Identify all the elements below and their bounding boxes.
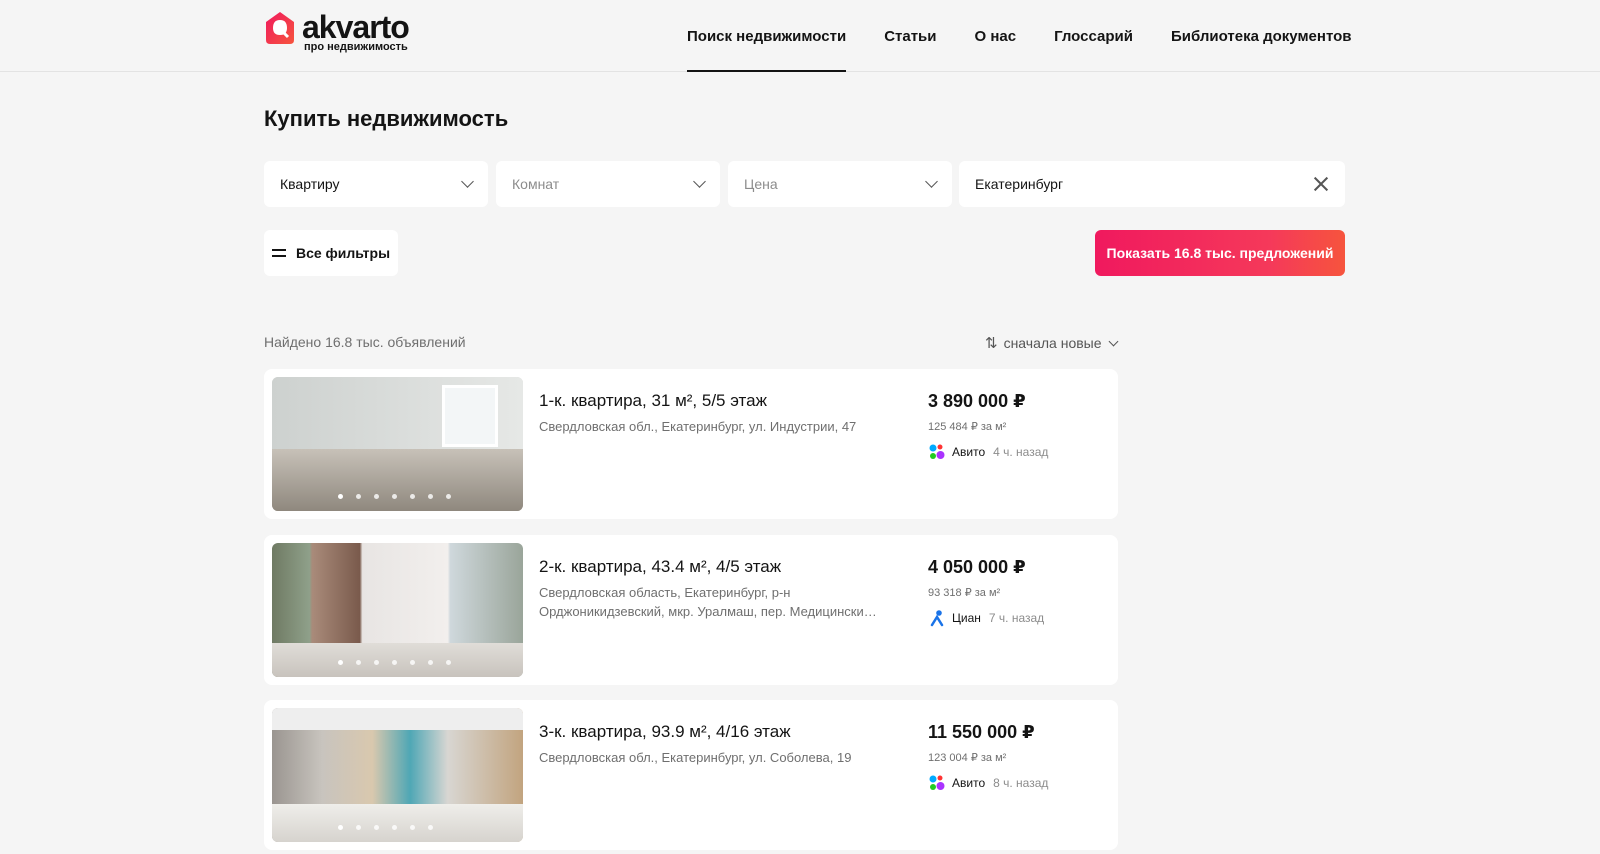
listing-card[interactable]: 1-к. квартира, 31 м², 5/5 этаж Свердловс…	[264, 369, 1118, 519]
close-icon[interactable]	[1313, 176, 1329, 192]
avito-icon	[928, 774, 946, 792]
listing-source: Циан 7 ч. назад	[928, 609, 1044, 627]
chevron-down-icon	[461, 175, 474, 188]
listing-photo[interactable]	[272, 377, 523, 511]
listing-address: Свердловская обл., Екатеринбург, ул. Инд…	[539, 419, 857, 434]
avito-icon	[928, 443, 946, 461]
cian-icon	[928, 609, 946, 627]
akvarto-logo[interactable]: akvarto про недвижимость	[264, 9, 410, 60]
house-logo-icon	[264, 10, 296, 46]
nav-item-glossary[interactable]: Глоссарий	[1054, 0, 1133, 72]
filter-sliders-icon	[271, 248, 286, 258]
chevron-down-icon	[693, 175, 706, 188]
chevron-down-icon	[1108, 336, 1118, 346]
nav-item-about[interactable]: О нас	[975, 0, 1017, 72]
sort-arrows-icon: ⇅	[985, 335, 998, 352]
listing-title[interactable]: 1-к. квартира, 31 м², 5/5 этаж	[539, 391, 767, 411]
listing-title[interactable]: 2-к. квартира, 43.4 м², 4/5 этаж	[539, 557, 781, 577]
price-select[interactable]: Цена	[728, 161, 952, 207]
listing-price-per-m2: 125 484 ₽ за м²	[928, 421, 1007, 433]
property-type-value: Квартиру	[280, 176, 340, 192]
city-value: Екатеринбург	[975, 176, 1064, 192]
listing-address: Свердловская область, Екатеринбург, р-н …	[539, 585, 877, 619]
all-filters-label: Все фильтры	[295, 245, 391, 261]
listing-source: Авито 8 ч. назад	[928, 774, 1048, 792]
rooms-select[interactable]: Комнат	[496, 161, 720, 207]
show-offers-button[interactable]: Показать 16.8 тыс. предложений	[1095, 230, 1345, 276]
nav-item-documents[interactable]: Библиотека документов	[1171, 0, 1352, 72]
photo-pager	[338, 660, 464, 665]
nav-item-articles[interactable]: Статьи	[884, 0, 936, 72]
page-title: Купить недвижимость	[264, 106, 509, 131]
source-name: Авито	[952, 445, 986, 459]
photo-pager	[338, 494, 464, 499]
source-name: Авито	[952, 776, 986, 790]
found-count: Найдено 16.8 тыс. объявлений	[264, 334, 466, 350]
listing-time: 8 ч. назад	[993, 776, 1049, 790]
listing-price-per-m2: 93 318 ₽ за м²	[928, 587, 1001, 599]
rooms-placeholder: Комнат	[512, 176, 560, 192]
photo-pager	[338, 825, 446, 830]
sort-select[interactable]: ⇅ сначала новые	[985, 334, 1118, 352]
listing-photo[interactable]	[272, 708, 523, 842]
sort-label: сначала новые	[1003, 335, 1102, 351]
property-type-select[interactable]: Квартиру	[264, 161, 488, 207]
city-input[interactable]: Екатеринбург	[959, 161, 1345, 207]
chevron-down-icon	[925, 175, 938, 188]
listing-price: 11 550 000 ₽	[928, 722, 1035, 742]
listing-address: Свердловская обл., Екатеринбург, ул. Соб…	[539, 750, 852, 765]
nav-item-search[interactable]: Поиск недвижимости	[687, 0, 847, 72]
listing-time: 7 ч. назад	[988, 611, 1045, 625]
listing-time: 4 ч. назад	[993, 445, 1049, 459]
listing-photo[interactable]	[272, 543, 523, 677]
source-name: Циан	[952, 611, 981, 625]
price-placeholder: Цена	[744, 176, 778, 192]
listing-price-per-m2: 123 004 ₽ за м²	[928, 752, 1007, 764]
site-header: akvarto про недвижимость Поиск недвижимо…	[0, 0, 1600, 72]
listing-card[interactable]: 3-к. квартира, 93.9 м², 4/16 этаж Свердл…	[264, 700, 1118, 850]
logo-name: akvarto	[302, 9, 410, 45]
all-filters-button[interactable]: Все фильтры	[264, 230, 398, 276]
listing-title[interactable]: 3-к. квартира, 93.9 м², 4/16 этаж	[539, 722, 791, 742]
listing-source: Авито 4 ч. назад	[928, 443, 1048, 461]
main-nav: Поиск недвижимости Статьи О нас Глоссари…	[687, 0, 1351, 72]
listing-price: 4 050 000 ₽	[928, 557, 1026, 577]
logo-tagline: про недвижимость	[304, 41, 408, 53]
listing-card[interactable]: 2-к. квартира, 43.4 м², 4/5 этаж Свердло…	[264, 535, 1118, 685]
listing-price: 3 890 000 ₽	[928, 391, 1026, 411]
